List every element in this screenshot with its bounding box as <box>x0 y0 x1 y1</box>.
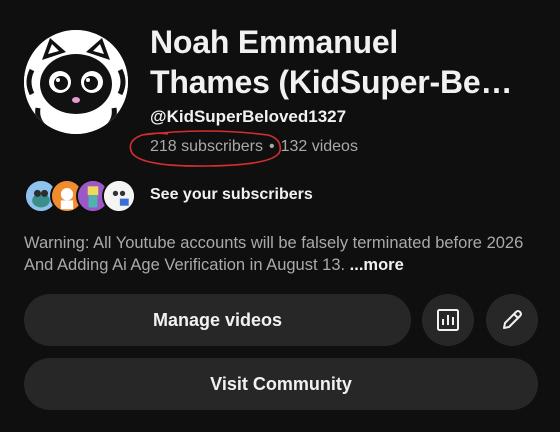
subscriber-avatar <box>102 179 136 213</box>
video-count: 132 videos <box>280 138 358 155</box>
pencil-icon <box>503 310 522 329</box>
channel-avatar[interactable] <box>24 30 128 134</box>
analytics-button[interactable] <box>422 294 474 346</box>
channel-page: Noah Emmanuel Thames (KidSuper-Be… @KidS… <box>0 0 560 432</box>
edit-channel-button[interactable] <box>486 294 538 346</box>
channel-name: Noah Emmanuel Thames (KidSuper-Be… <box>150 22 550 102</box>
manage-videos-button[interactable]: Manage videos <box>24 294 411 346</box>
raccoon-avatar-icon <box>24 30 128 134</box>
subscriber-avatars[interactable] <box>24 179 140 213</box>
channel-handle: @KidSuperBeloved1327 <box>150 107 347 126</box>
subscriber-count: 218 subscribers <box>150 138 263 155</box>
channel-name-line-2: Thames (KidSuper-Be… <box>150 64 513 100</box>
analytics-icon <box>437 309 459 331</box>
visit-community-button[interactable]: Visit Community <box>24 358 538 410</box>
description-text: Warning: All Youtube accounts will be fa… <box>24 234 524 274</box>
subscriber-avatar-icon <box>104 181 134 211</box>
channel-description[interactable]: Warning: All Youtube accounts will be fa… <box>24 232 544 276</box>
channel-name-line-1: Noah Emmanuel <box>150 24 399 60</box>
stats-separator: • <box>268 138 275 155</box>
channel-stats: 218 subscribers • 132 videos <box>150 138 358 156</box>
see-subscribers-link[interactable]: See your subscribers <box>150 186 313 204</box>
more-link[interactable]: ...more <box>350 256 404 274</box>
